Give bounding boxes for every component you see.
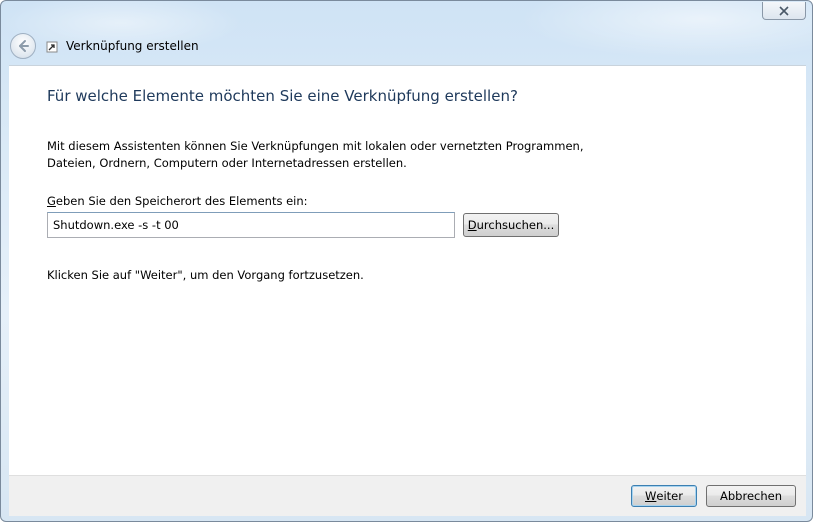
browse-accel: D (467, 218, 477, 232)
next-accel: W (645, 489, 657, 503)
glass-decoration (1, 1, 812, 65)
cancel-button[interactable]: Abbrechen (706, 485, 796, 507)
shortcut-icon (46, 41, 58, 53)
back-button[interactable] (10, 33, 36, 59)
location-label: Geben Sie den Speicherort des Elements e… (47, 194, 308, 208)
next-button[interactable]: Weiter (631, 485, 697, 507)
window-title: Verknüpfung erstellen (66, 39, 199, 53)
browse-button[interactable]: Durchsuchen... (463, 213, 559, 237)
continue-hint: Klicken Sie auf "Weiter", um den Vorgang… (47, 268, 364, 282)
close-button[interactable] (762, 2, 806, 20)
location-label-accel: G (47, 194, 56, 208)
location-label-rest: eben Sie den Speicherort des Elements ei… (55, 194, 308, 208)
next-rest: eiter (656, 489, 683, 503)
wizard-window: Verknüpfung erstellen Für welche Element… (0, 0, 813, 522)
back-arrow-icon (19, 40, 29, 52)
browse-rest: urchsuchen... (476, 218, 555, 232)
close-icon (779, 5, 789, 16)
page-heading: Für welche Elemente möchten Sie eine Ver… (47, 87, 518, 105)
location-input[interactable] (47, 212, 455, 238)
wizard-footer: Weiter Abbrechen (9, 475, 806, 516)
description-text: Mit diesem Assistenten können Sie Verknü… (47, 139, 584, 170)
wizard-content: Für welche Elemente möchten Sie eine Ver… (9, 65, 806, 475)
